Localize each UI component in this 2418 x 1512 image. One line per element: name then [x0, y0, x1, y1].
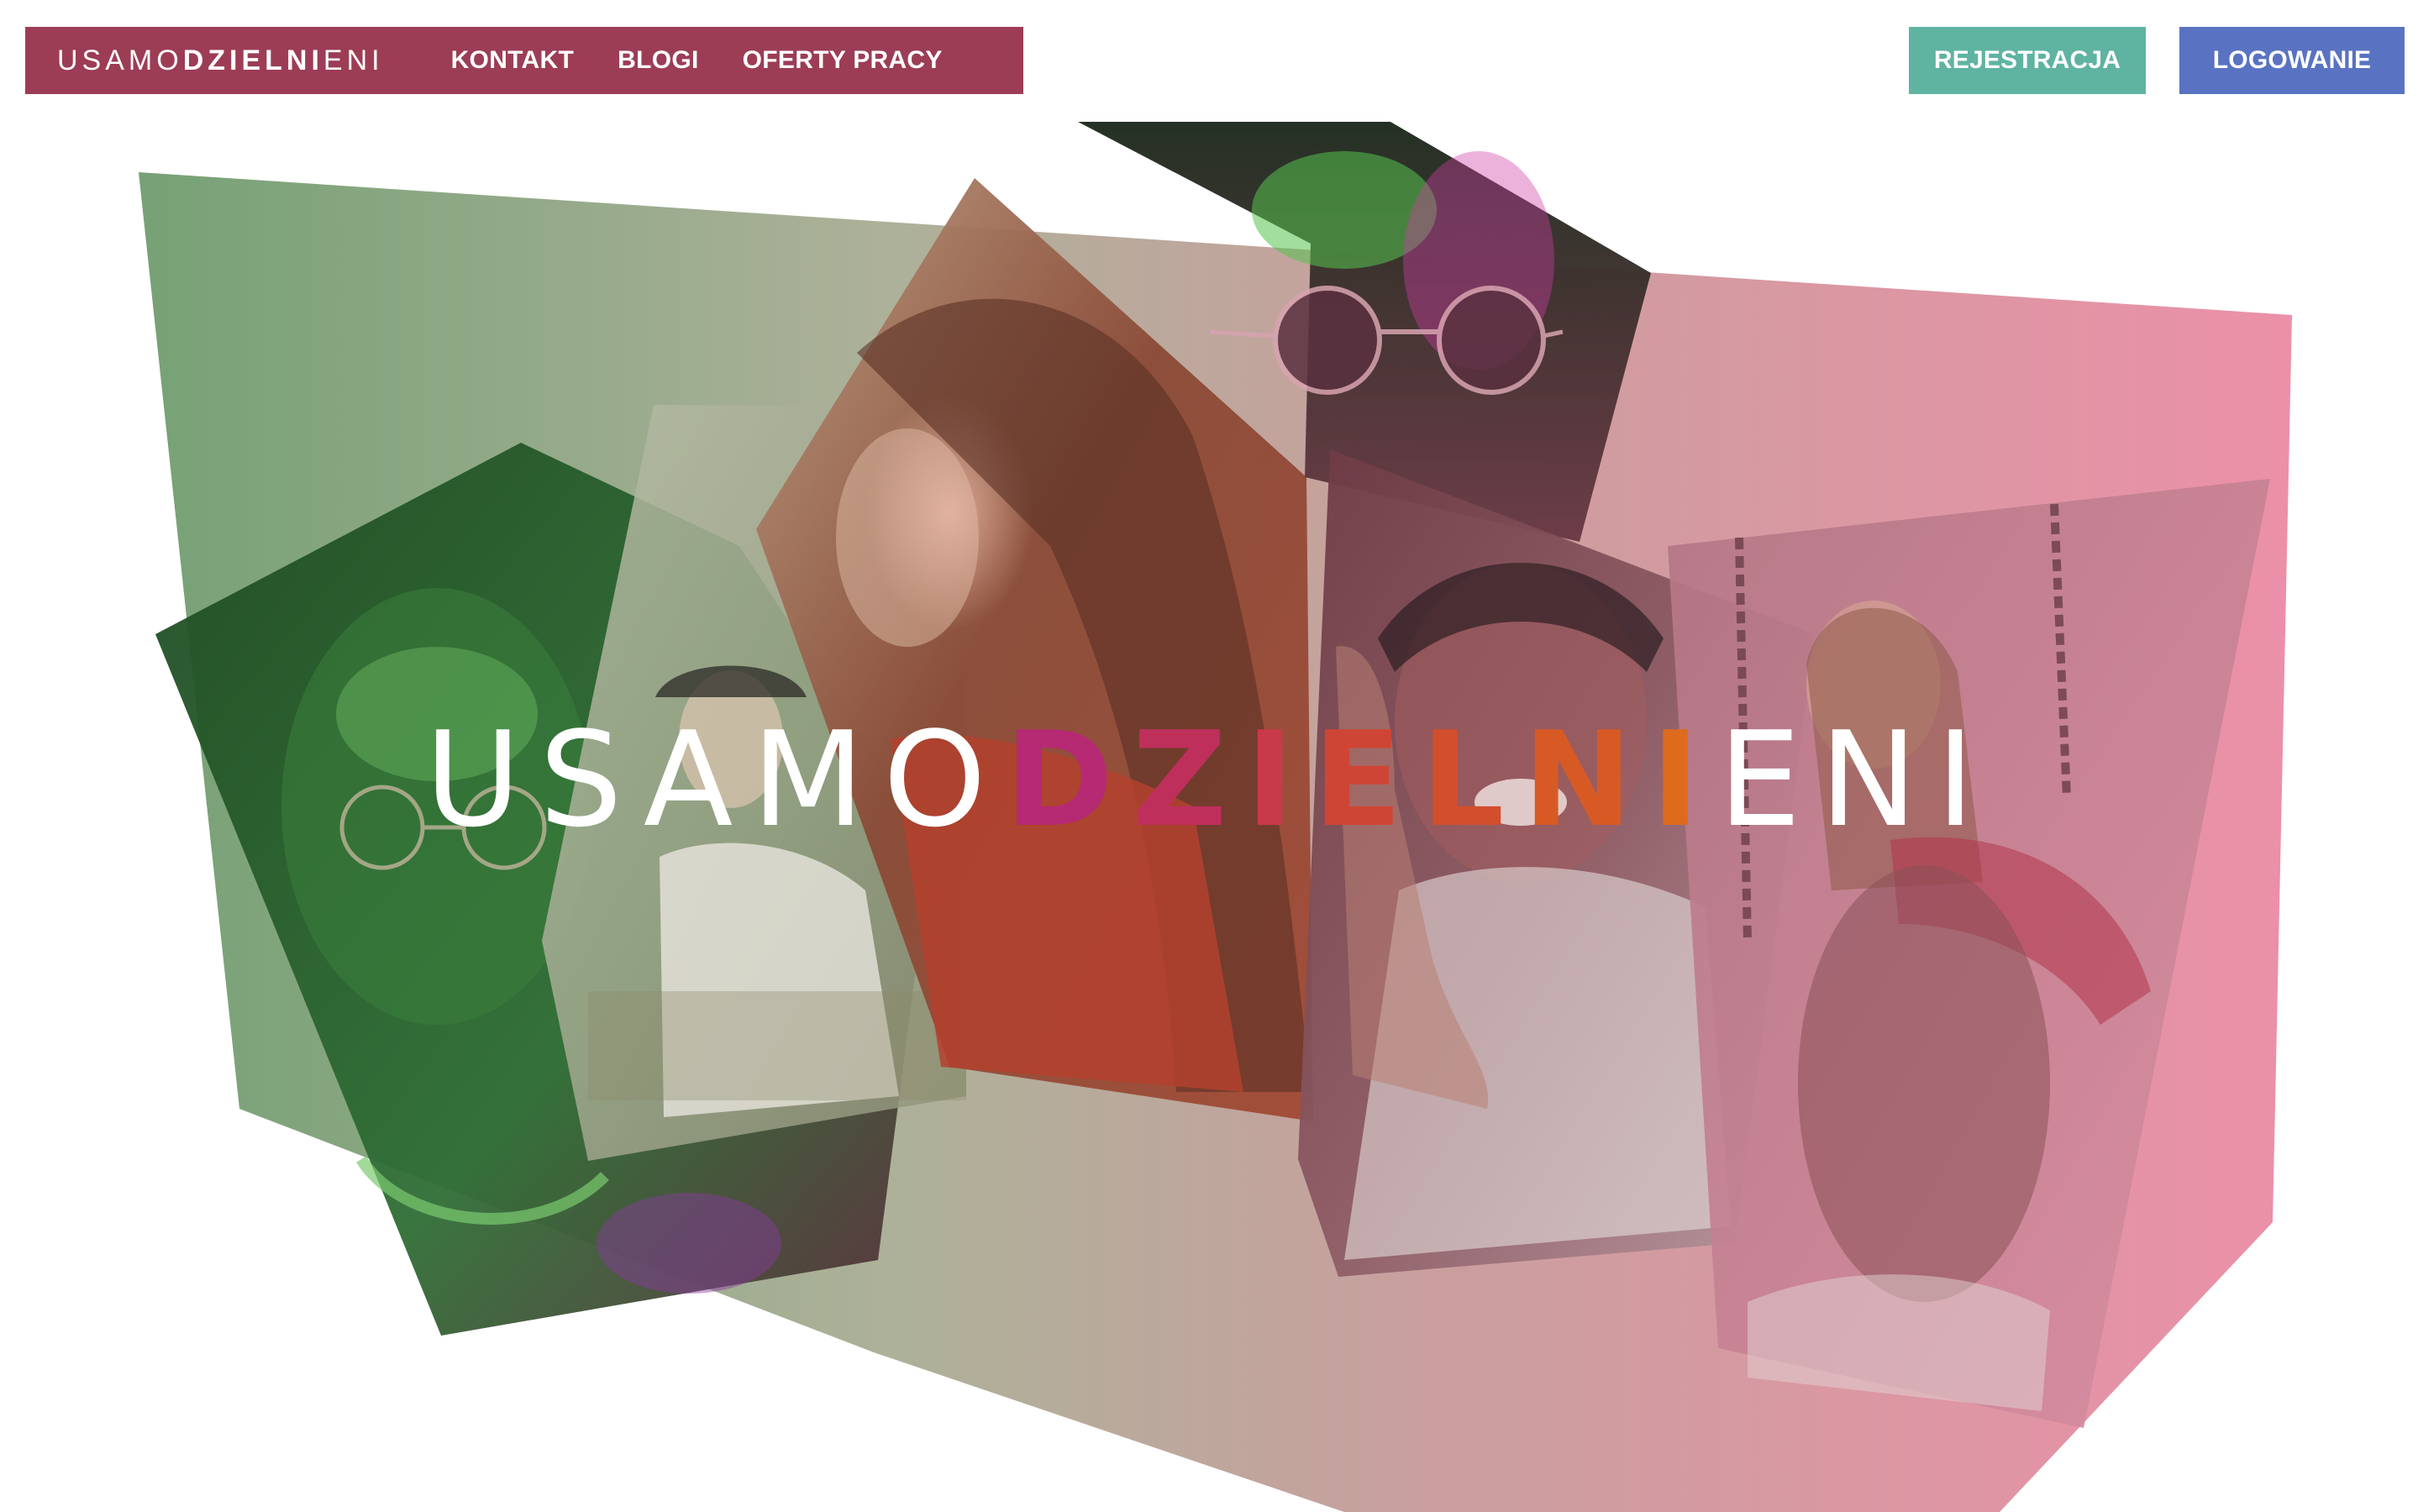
nav-link-blogi[interactable]: BLOGI: [618, 46, 699, 75]
hero-collage: USAMODZIELNIENI: [0, 0, 2418, 1512]
logo-text-middle: DZIELNI: [182, 44, 323, 76]
login-button[interactable]: LOGOWANIE: [2179, 27, 2405, 94]
hero-title-end: ENI: [1718, 703, 1994, 856]
hero-title-letter: I: [1651, 703, 1719, 856]
main-navigation: USAMODZIELNIENI KONTAKT BLOGI OFERTY PRA…: [25, 27, 1023, 94]
landing-page: USAMODZIELNIENI USAMODZIELNIENI KONTAKT …: [0, 0, 2418, 1512]
hero-title-letter: N: [1522, 703, 1652, 856]
hero-title-letter: Z: [1132, 703, 1246, 856]
logo-text-start: USAMO: [57, 44, 183, 76]
register-button[interactable]: REJESTRACJA: [1909, 27, 2146, 94]
hero-title-letter: I: [1245, 703, 1313, 856]
hero-title-highlight: DZIELNI: [1005, 703, 1718, 856]
nav-link-kontakt[interactable]: KONTAKT: [451, 46, 575, 75]
hero-title: USAMODZIELNIENI: [0, 704, 2418, 855]
hero-title-letter: D: [1004, 703, 1133, 856]
hero-title-start: USAMO: [424, 703, 1005, 856]
hero-title-letter: E: [1312, 703, 1422, 856]
hero-title-letter: L: [1421, 703, 1523, 856]
site-logo[interactable]: USAMODZIELNIENI: [57, 45, 384, 77]
logo-text-end: ENI: [323, 44, 384, 76]
nav-link-oferty-pracy[interactable]: OFERTY PRACY: [743, 46, 943, 75]
